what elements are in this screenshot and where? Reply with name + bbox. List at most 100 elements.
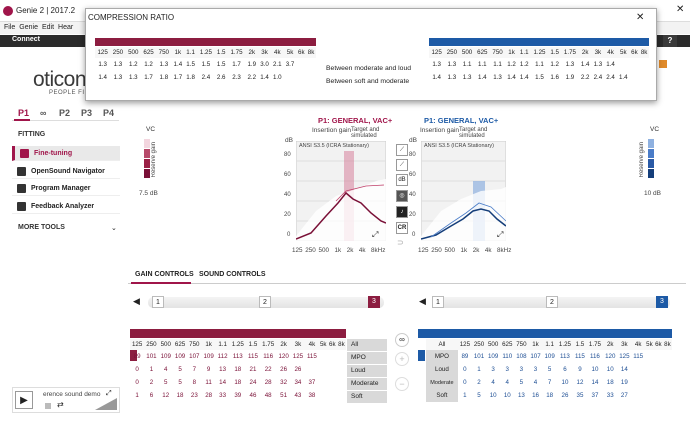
table-cell[interactable]: 37 xyxy=(305,376,319,389)
table-cell[interactable]: 18 xyxy=(229,363,246,376)
slider-step-2[interactable]: 2 xyxy=(546,296,558,308)
table-cell[interactable]: 11 xyxy=(201,376,215,389)
menu-genie[interactable]: Genie xyxy=(19,24,38,31)
expand-icon[interactable]: ⤢ xyxy=(497,230,503,240)
row-label-loud[interactable]: Loud xyxy=(426,363,458,376)
slider-step-3[interactable]: 3 xyxy=(368,296,380,308)
table-cell[interactable]: 12 xyxy=(573,376,587,389)
menu-edit[interactable]: Edit xyxy=(42,24,54,31)
table-cell[interactable]: 43 xyxy=(291,389,305,402)
table-cell[interactable]: 115 xyxy=(305,350,319,363)
table-cell[interactable]: 46 xyxy=(246,389,260,402)
row-label-loud[interactable]: Loud xyxy=(347,365,387,377)
row-label-soft[interactable]: Soft xyxy=(347,391,387,403)
table-cell[interactable]: 2 xyxy=(144,376,158,389)
plus-icon[interactable]: + xyxy=(395,352,409,366)
table-cell[interactable]: 113 xyxy=(229,350,246,363)
connect-button[interactable]: Connect xyxy=(12,36,40,43)
table-cell[interactable]: 13 xyxy=(216,363,230,376)
table-cell[interactable]: 9 xyxy=(201,363,215,376)
sidebar-item-program-manager[interactable]: Program Manager xyxy=(12,181,120,196)
table-cell[interactable]: 18 xyxy=(229,376,246,389)
table-cell[interactable]: 14 xyxy=(216,376,230,389)
tab-infinity[interactable]: ∞ xyxy=(40,108,46,118)
cr-button[interactable]: CR xyxy=(396,222,408,234)
table-cell[interactable]: 10 xyxy=(587,363,603,376)
slider-step-3[interactable]: 3 xyxy=(656,296,668,308)
table-cell[interactable]: 5 xyxy=(472,389,486,402)
table-cell[interactable]: 2 xyxy=(472,376,486,389)
table-cell[interactable]: 112 xyxy=(216,350,230,363)
db-button[interactable]: dB xyxy=(396,174,408,186)
table-cell[interactable]: 18 xyxy=(603,376,617,389)
table-cell[interactable]: 19 xyxy=(617,376,631,389)
table-cell[interactable]: 108 xyxy=(514,350,528,363)
music-icon[interactable]: ♪ xyxy=(396,206,408,218)
table-cell[interactable]: 18 xyxy=(543,389,557,402)
table-cell[interactable]: 125 xyxy=(617,350,631,363)
table-cell[interactable]: 3 xyxy=(514,363,528,376)
table-cell[interactable]: 28 xyxy=(260,376,277,389)
table-cell[interactable]: 109 xyxy=(543,350,557,363)
table-cell[interactable]: 110 xyxy=(500,350,514,363)
table-cell[interactable]: 3 xyxy=(528,363,542,376)
gain-view-icon[interactable]: ⟋ xyxy=(396,159,408,171)
table-cell[interactable]: 34 xyxy=(291,376,305,389)
table-cell[interactable]: 35 xyxy=(573,389,587,402)
table-cell[interactable]: 3 xyxy=(486,363,500,376)
table-cell[interactable]: 89 xyxy=(458,350,472,363)
tab-p4[interactable]: P4 xyxy=(103,108,114,118)
table-cell[interactable]: 12 xyxy=(159,389,173,402)
table-cell[interactable]: 14 xyxy=(587,376,603,389)
table-cell[interactable]: 13 xyxy=(514,389,528,402)
table-cell[interactable]: 26 xyxy=(557,389,573,402)
row-label-mpo[interactable]: MPO xyxy=(347,352,387,364)
table-cell[interactable]: 7 xyxy=(187,363,201,376)
table-cell[interactable]: 5 xyxy=(159,376,173,389)
play-icon[interactable]: ▶ xyxy=(15,391,33,409)
table-cell[interactable]: 38 xyxy=(305,389,319,402)
table-cell[interactable]: 14 xyxy=(617,363,631,376)
table-cell[interactable]: 0 xyxy=(130,363,144,376)
row-label-moderate[interactable]: Moderate xyxy=(426,376,458,389)
table-cell[interactable]: 0 xyxy=(130,376,144,389)
table-cell[interactable]: 26 xyxy=(276,363,290,376)
tab-sound-controls[interactable]: SOUND CONTROLS xyxy=(199,271,266,278)
table-cell[interactable]: 115 xyxy=(573,350,587,363)
table-cell[interactable]: 21 xyxy=(246,363,260,376)
table-cell[interactable]: 24 xyxy=(246,376,260,389)
slider-step-1[interactable]: 1 xyxy=(152,296,164,308)
tab-p3[interactable]: P3 xyxy=(81,108,92,118)
table-cell[interactable]: 116 xyxy=(587,350,603,363)
table-cell[interactable]: 5 xyxy=(514,376,528,389)
table-cell[interactable]: 0 xyxy=(458,363,472,376)
tab-p2[interactable]: P2 xyxy=(59,108,70,118)
minus-icon[interactable]: − xyxy=(395,377,409,391)
table-cell[interactable]: 113 xyxy=(557,350,573,363)
table-cell[interactable]: 3 xyxy=(500,363,514,376)
menu-file[interactable]: File xyxy=(4,24,15,31)
table-cell[interactable]: 28 xyxy=(201,389,215,402)
expand-icon[interactable]: ⤢ xyxy=(106,390,112,398)
table-cell[interactable]: 27 xyxy=(617,389,631,402)
window-close-button[interactable]: ✕ xyxy=(676,4,684,15)
table-cell[interactable]: 101 xyxy=(144,350,158,363)
row-label-mpo[interactable]: MPO xyxy=(426,350,458,363)
table-cell[interactable]: 48 xyxy=(260,389,277,402)
table-cell[interactable]: 37 xyxy=(587,389,603,402)
table-cell[interactable]: 16 xyxy=(528,389,542,402)
table-cell[interactable]: 6 xyxy=(144,389,158,402)
table-cell[interactable]: 33 xyxy=(216,389,230,402)
table-cell[interactable]: 9 xyxy=(573,363,587,376)
help-button[interactable]: ? xyxy=(663,35,677,47)
table-cell[interactable]: 120 xyxy=(603,350,617,363)
row-label-moderate[interactable]: Moderate xyxy=(347,378,387,390)
sidebar-item-opensound[interactable]: OpenSound Navigator xyxy=(12,164,120,179)
table-cell[interactable]: 7 xyxy=(543,376,557,389)
tab-gain-controls[interactable]: GAIN CONTROLS xyxy=(135,271,194,278)
table-cell[interactable]: 107 xyxy=(187,350,201,363)
table-cell[interactable]: 109 xyxy=(173,350,187,363)
menu-hear[interactable]: Hear xyxy=(58,24,73,31)
table-cell[interactable]: 0 xyxy=(458,376,472,389)
table-cell[interactable]: 18 xyxy=(173,389,187,402)
